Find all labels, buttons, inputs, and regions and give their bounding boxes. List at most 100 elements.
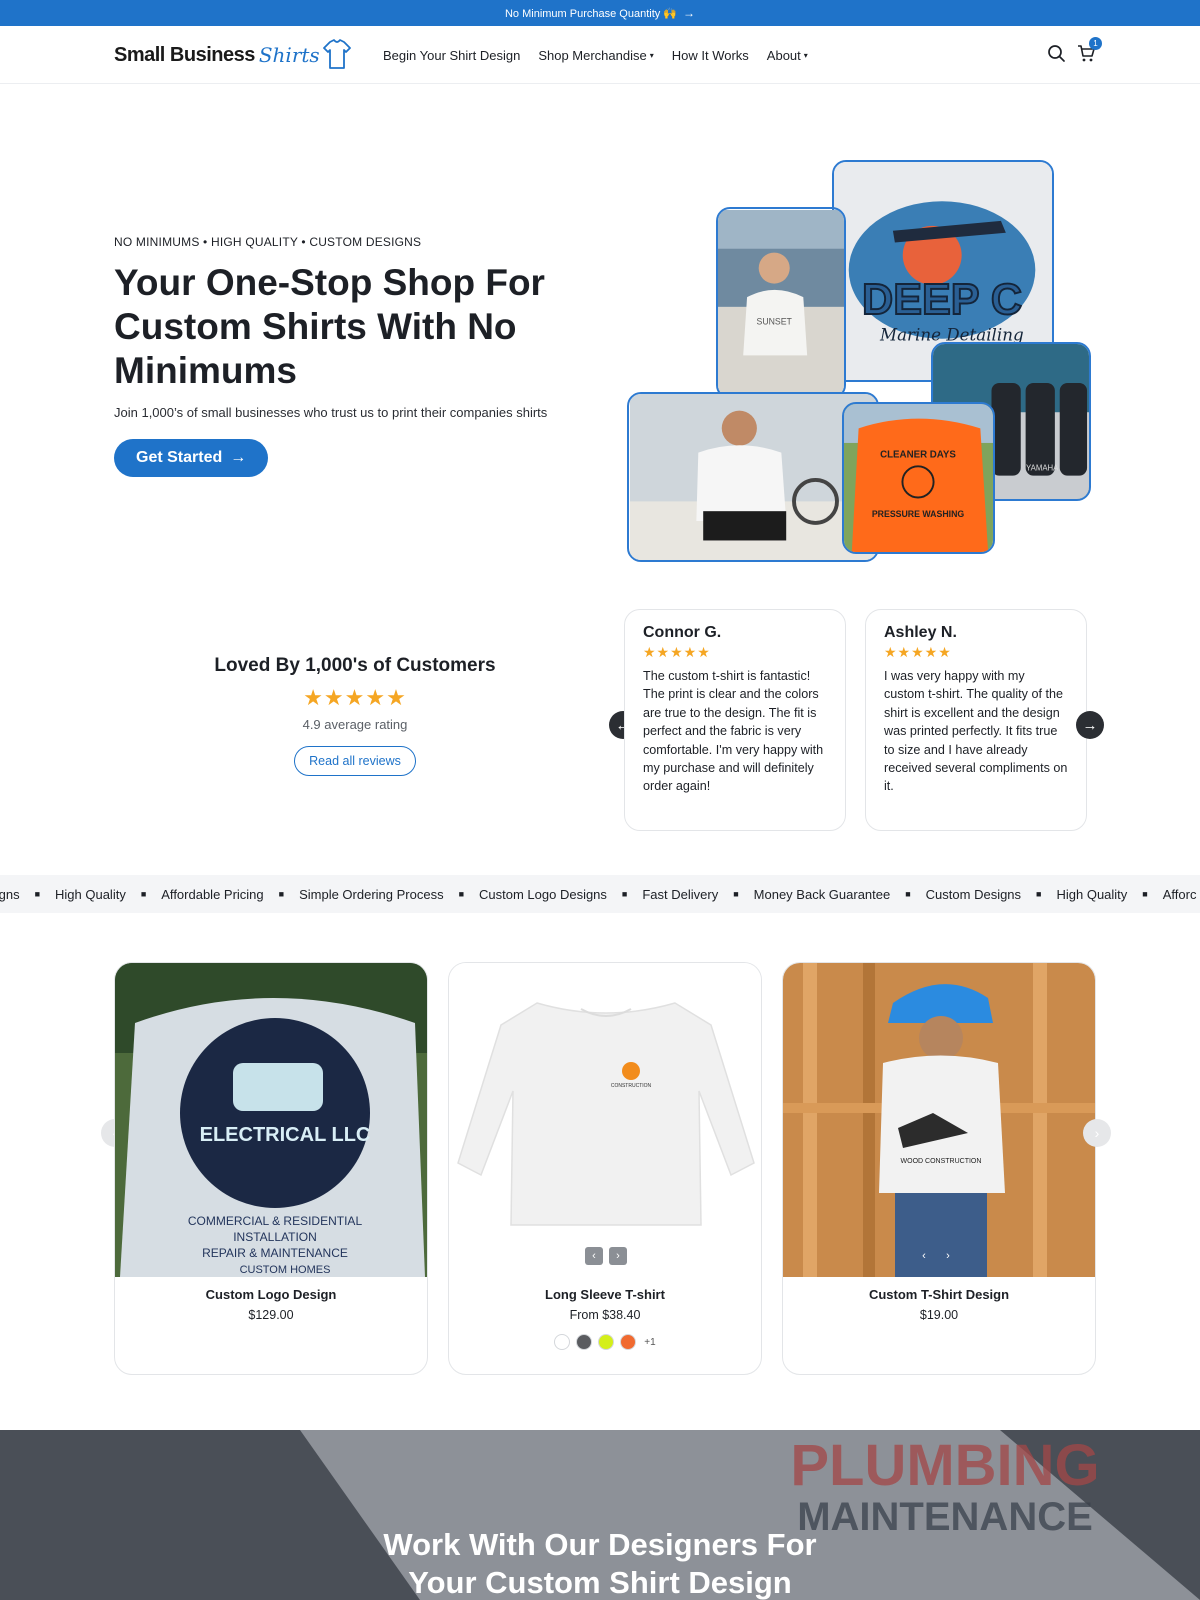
tshirt-logo-icon [322, 39, 351, 69]
banner-title-line: Work With Our Designers For [383, 1527, 817, 1562]
banner-bg-text: PLUMBING [790, 1433, 1099, 1498]
search-icon[interactable] [1046, 43, 1066, 63]
cta-label: Get Started [136, 449, 223, 466]
nav-label: Shop Merchandise [538, 47, 647, 63]
hero-subtitle: Join 1,000’s of small businesses who tru… [114, 405, 548, 420]
arrow-right-icon: → [230, 449, 247, 466]
ticker-item: Simple Ordering Process [299, 886, 444, 902]
shirt-print-text: REPAIR & MAINTENANCE [202, 1246, 348, 1260]
ticker-track: esigns ■ High Quality ■ Affordable Pricing… [0, 875, 1196, 913]
announcement-text: No Minimum Purchase Quantity 🙌 [504, 7, 678, 20]
announcement-bar[interactable]: No Minimum Purchase Quantity 🙌 → [0, 0, 1200, 26]
reviewer-name: Ashley N. [884, 624, 957, 641]
color-swatch-charcoal[interactable] [576, 1334, 593, 1350]
nav-begin-design[interactable]: Begin Your Shirt Design [383, 48, 520, 63]
cart-count-badge: 1 [1089, 37, 1102, 50]
shirt-print-text: COMMERCIAL & RESIDENTIAL [188, 1214, 363, 1228]
arrow-right-icon: → [683, 6, 696, 20]
product-card[interactable]: CONSTRUCTION ‹ › Long Sleeve T-shirt Fro… [448, 962, 762, 1375]
photo-sunset-man: SUNSET [716, 207, 846, 399]
hero-eyebrow: NO MINIMUMS • HIGH QUALITY • CUSTOM DESI… [114, 235, 422, 249]
separator-icon: ■ [1036, 889, 1042, 899]
site-header: Small Business Shirts Begin Your Shirt D… [0, 26, 1200, 84]
review-stars-icon: ★★★★★ [643, 644, 711, 660]
logo-text-accent: Shirts [258, 43, 320, 67]
color-swatch-white[interactable] [554, 1334, 571, 1350]
pressure-washing-text: PRESSURE WASHING [872, 509, 965, 519]
ticker-item: High Quality [55, 886, 126, 902]
deepc-text: DEEP C [862, 276, 1022, 324]
separator-icon: ■ [34, 889, 41, 899]
electrical-text: ELECTRICAL LLC [200, 1124, 371, 1146]
shirt-print-text: INSTALLATION [233, 1230, 317, 1244]
color-swatch-lime[interactable] [598, 1334, 615, 1350]
header-actions: 1 [1046, 37, 1102, 63]
separator-icon: ■ [140, 889, 147, 899]
review-card: Ashley N. ★★★★★ I was very happy with my… [865, 609, 1087, 831]
review-stars-icon: ★★★★★ [884, 644, 952, 660]
ticker-item: Custom Logo Designs [479, 886, 607, 902]
chevron-right-icon[interactable]: › [609, 1247, 627, 1265]
separator-icon: ■ [458, 889, 465, 899]
product-name: Custom T-Shirt Design [868, 1287, 1010, 1302]
product-name: Custom Logo Design [205, 1287, 337, 1302]
product-price: From $38.40 [569, 1308, 641, 1322]
star-rating-icon: ★★★★★ [303, 685, 407, 710]
separator-icon: ■ [278, 889, 285, 899]
chevron-right-icon[interactable]: › [939, 1247, 957, 1265]
image-slider-controls: ‹ › [915, 1247, 957, 1265]
color-swatches: +1 [449, 1334, 761, 1350]
review-text: The custom t-shirt is fantastic! The pri… [643, 669, 824, 794]
read-all-reviews-button[interactable]: Read all reviews [294, 746, 416, 776]
sunset-text: SUNSET [757, 316, 793, 326]
ticker-item: Money Back Guarantee [753, 886, 891, 902]
separator-icon: ■ [1142, 889, 1148, 899]
shirt-print-text: WOOD CONSTRUCTION [901, 1158, 982, 1165]
nav-about[interactable]: About ▾ [767, 48, 808, 63]
average-rating: 4.9 average rating [302, 717, 408, 732]
shirt-print-text: CUSTOM HOMES [240, 1264, 331, 1276]
separator-icon: ■ [905, 889, 911, 899]
nav-label: How It Works [671, 47, 749, 63]
color-swatch-orange[interactable] [620, 1334, 637, 1350]
yamaha-text: YAMAHA [1026, 464, 1059, 473]
separator-icon: ■ [733, 889, 739, 899]
review-card: Connor G. ★★★★★ The custom t-shirt is fa… [624, 609, 846, 831]
reviewer-name: Connor G. [643, 624, 722, 641]
photo-pressure-washing: CLEANER DAYS PRESSURE WASHING [842, 402, 995, 554]
ticker-item: Affordable Pricing [161, 886, 264, 902]
products-next-button[interactable]: › [1083, 1119, 1111, 1147]
product-image: CONSTRUCTION ‹ › [449, 963, 761, 1277]
product-card[interactable]: ELECTRICAL LLC COMMERCIAL & RESIDENTIAL … [114, 962, 428, 1375]
more-colors-count[interactable]: +1 [644, 1337, 655, 1348]
product-image: WOOD CONSTRUCTION ‹ › [783, 963, 1095, 1277]
ticker-item: Custom Designs [925, 886, 1022, 902]
site-logo[interactable]: Small Business Shirts [114, 34, 352, 76]
cleaner-days-text: CLEANER DAYS [880, 450, 956, 461]
ticker-item: Fast Delivery [642, 886, 719, 902]
nav-label: About [766, 47, 801, 63]
product-price: $129.00 [248, 1308, 294, 1322]
product-name: Long Sleeve T-shirt [545, 1287, 665, 1302]
product-card[interactable]: WOOD CONSTRUCTION ‹ › Custom T-Shirt Des… [782, 962, 1096, 1375]
banner-title: Work With Our Designers For Your Custom … [0, 1526, 1200, 1600]
get-started-button[interactable]: Get Started → [114, 439, 269, 477]
rating-summary: Loved By 1,000's of Customers ★★★★★ 4.9 … [190, 655, 520, 776]
chevron-down-icon: ▾ [649, 50, 654, 60]
reviews-next-button[interactable]: → [1076, 711, 1104, 739]
ticker-item: Afforc [1162, 886, 1197, 902]
main-nav: Begin Your Shirt Design Shop Merchandise… [383, 26, 808, 84]
cart-icon[interactable]: 1 [1076, 37, 1102, 63]
banner-title-line: Your Custom Shirt Design [408, 1565, 792, 1600]
nav-shop-merchandise[interactable]: Shop Merchandise ▾ [538, 48, 653, 63]
logo-text-primary: Small Business [114, 43, 255, 66]
nav-how-it-works[interactable]: How It Works [672, 48, 749, 63]
chevron-left-icon[interactable]: ‹ [915, 1247, 933, 1265]
shirt-print-text: CONSTRUCTION [611, 1083, 652, 1089]
hero-section: NO MINIMUMS • HIGH QUALITY • CUSTOM DESI… [114, 235, 614, 477]
nav-label: Begin Your Shirt Design [383, 47, 521, 63]
designers-banner: PLUMBING MAINTENANCE Work With Our Desig… [0, 1430, 1200, 1600]
features-ticker: esigns ■ High Quality ■ Affordable Pricing… [0, 875, 1200, 913]
chevron-left-icon[interactable]: ‹ [585, 1247, 603, 1265]
ticker-item: High Quality [1056, 886, 1128, 902]
